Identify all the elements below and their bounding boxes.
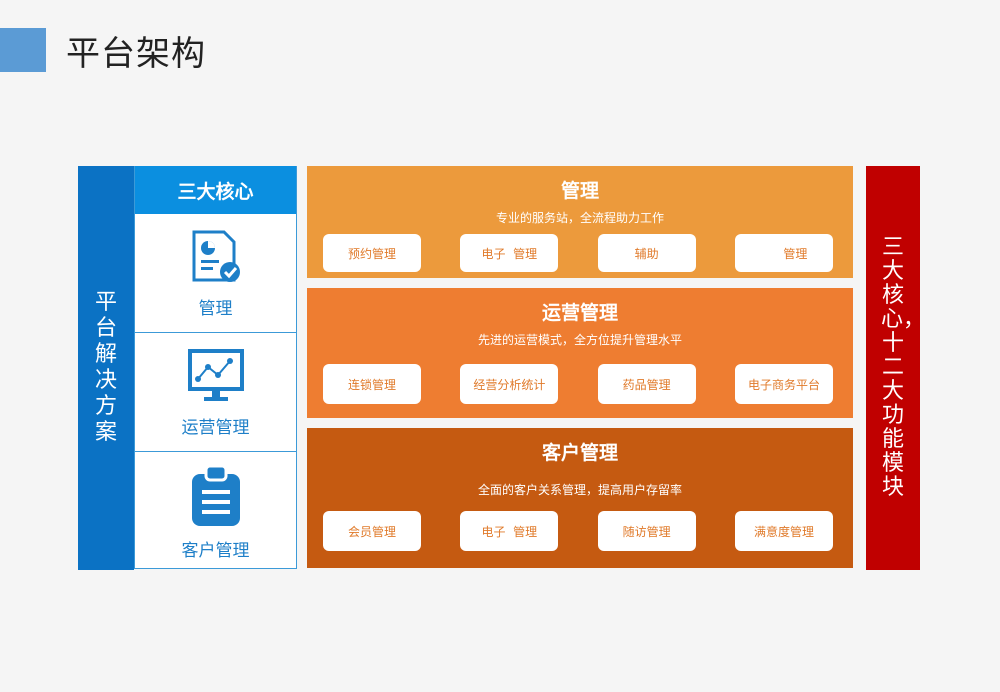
solution-side-bar: 平台解决方案 <box>78 166 134 570</box>
core-header: 三大核心 <box>135 166 296 214</box>
core-item-operations: 运营管理 <box>135 333 296 452</box>
band-title: 客户管理 <box>541 442 618 464</box>
module-button[interactable]: 预约管理 <box>323 234 421 272</box>
module-button[interactable]: 药品管理 <box>597 364 696 404</box>
module-button[interactable]: 经营分析统计 <box>460 364 559 404</box>
clipboard-list-icon <box>191 464 240 526</box>
title-accent-bar <box>0 28 46 72</box>
modules-side-bar: 三大核心，十二大功能模块 <box>866 166 926 570</box>
band-management: 管理 专业的服务站，全流程助力工作 预约管理 电子 管理 辅助 管理 <box>307 166 853 278</box>
band-title: 运营管理 <box>541 302 618 324</box>
core-item-management: 管理 <box>135 214 296 333</box>
document-chart-icon <box>192 230 240 282</box>
module-button[interactable]: 电子 管理 <box>460 234 559 272</box>
page-title: 平台架构 <box>66 34 206 74</box>
band-subtitle: 全面的客户关系管理，提高用户存留率 <box>477 483 682 497</box>
band-customers: 客户管理 全面的客户关系管理，提高用户存留率 会员管理 电子 管理 随访管理 满… <box>307 428 853 568</box>
core-item-label: 客户管理 <box>181 540 250 561</box>
band-subtitle: 专业的服务站，全流程助力工作 <box>495 211 664 225</box>
module-button[interactable]: 电子 管理 <box>460 511 559 551</box>
solution-label: 平台解决方案 <box>94 290 117 445</box>
core-item-label: 运营管理 <box>181 417 250 438</box>
module-button[interactable]: 连锁管理 <box>323 364 421 404</box>
modules-label: 三大核心，十二大功能模块 <box>881 235 926 500</box>
module-button[interactable]: 电子商务平台 <box>734 364 833 404</box>
module-button[interactable]: 随访管理 <box>597 511 696 551</box>
core-item-label: 管理 <box>198 298 233 319</box>
module-button[interactable]: 管理 <box>734 234 833 272</box>
module-row: 会员管理 电子 管理 随访管理 满意度管理 <box>323 511 833 551</box>
module-button[interactable]: 满意度管理 <box>734 511 833 551</box>
module-button[interactable]: 辅助 <box>597 234 696 272</box>
band-subtitle: 先进的运营模式，全方位提升管理水平 <box>477 333 682 347</box>
core-column: 三大核心 管理 运营管理 客户管理 <box>134 166 297 569</box>
core-item-customers: 客户管理 <box>135 452 296 572</box>
module-row: 预约管理 电子 管理 辅助 管理 <box>323 234 833 272</box>
monitor-chart-icon <box>187 348 244 401</box>
module-row: 连锁管理 经营分析统计 药品管理 电子商务平台 <box>323 364 833 404</box>
module-button[interactable]: 会员管理 <box>323 511 421 551</box>
band-operations: 运营管理 先进的运营模式，全方位提升管理水平 连锁管理 经营分析统计 药品管理 … <box>307 288 853 418</box>
band-title: 管理 <box>560 180 599 202</box>
